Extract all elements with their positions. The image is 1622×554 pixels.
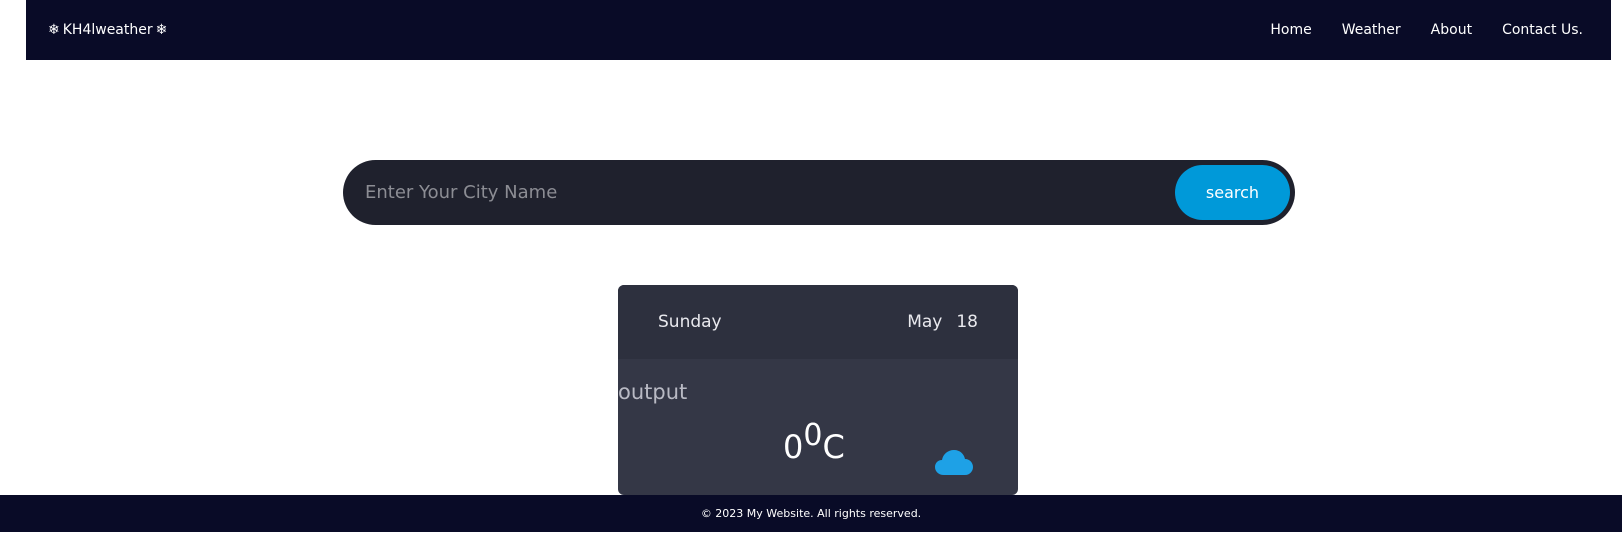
temp-degree: 0 <box>803 418 823 453</box>
nav-links: Home Weather About Contact Us. <box>1270 22 1583 38</box>
weather-card: Sunday May 18 output 0 0 C <box>618 285 1018 495</box>
nav-link-about[interactable]: About <box>1431 22 1472 38</box>
brand[interactable]: ❄ KH4lweather ❄ <box>48 22 167 38</box>
temp-value: 0 <box>783 428 804 466</box>
day-label: Sunday <box>658 312 722 332</box>
month-label: May <box>907 312 943 332</box>
card-header: Sunday May 18 <box>618 285 1018 359</box>
cloud-icon <box>935 450 973 475</box>
nav-link-contact[interactable]: Contact Us. <box>1502 22 1583 38</box>
footer: © 2023 My Website. All rights reserved. <box>0 495 1622 532</box>
nav-link-home[interactable]: Home <box>1270 22 1311 38</box>
city-output: output <box>618 380 688 404</box>
search-bar: search <box>343 160 1295 225</box>
brand-name: KH4lweather <box>62 22 153 38</box>
temperature: 0 0 C <box>783 418 845 466</box>
search-button[interactable]: search <box>1175 165 1290 220</box>
temp-unit: C <box>822 428 845 466</box>
top-navbar: ❄ KH4lweather ❄ Home Weather About Conta… <box>26 0 1611 60</box>
day-number: 18 <box>956 312 978 332</box>
footer-text: © 2023 My Website. All rights reserved. <box>700 507 922 520</box>
snowflake-icon: ❄ <box>48 22 60 38</box>
date-label: May 18 <box>907 312 978 332</box>
nav-link-weather[interactable]: Weather <box>1342 22 1401 38</box>
snowflake-icon: ❄ <box>155 22 168 38</box>
city-search-input[interactable] <box>363 181 1175 204</box>
